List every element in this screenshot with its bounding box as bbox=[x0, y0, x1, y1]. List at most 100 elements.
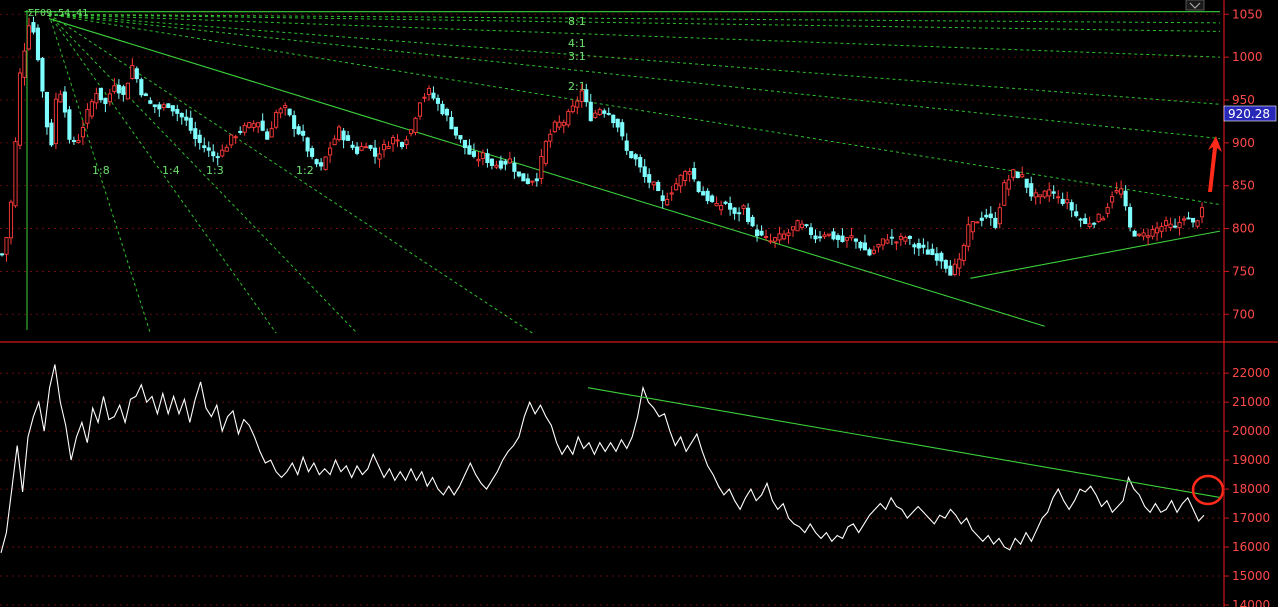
candle-body bbox=[925, 249, 930, 255]
candle-body bbox=[238, 131, 243, 133]
candle-body bbox=[943, 260, 948, 269]
candle-body bbox=[390, 137, 396, 145]
candle-body bbox=[1002, 182, 1007, 206]
candle-body bbox=[534, 178, 539, 182]
candle-body bbox=[1029, 183, 1034, 197]
candle-body bbox=[606, 112, 611, 115]
candle-body bbox=[404, 139, 409, 145]
candle-body bbox=[840, 235, 845, 243]
candle-body bbox=[957, 258, 962, 269]
candle-body bbox=[1051, 191, 1056, 194]
candle-body bbox=[426, 87, 432, 95]
fan-ratio-label: 1:8 bbox=[92, 164, 110, 177]
candle-body bbox=[53, 98, 58, 144]
current-price-tag: 920.28 bbox=[1223, 105, 1277, 122]
volume-tick-label: 21000 bbox=[1232, 395, 1270, 409]
candle-body bbox=[341, 130, 346, 141]
candle-body bbox=[817, 236, 823, 239]
candle-body bbox=[148, 100, 153, 104]
settings-icon[interactable] bbox=[1185, 0, 1205, 11]
candle-body bbox=[1186, 217, 1191, 220]
candle-body bbox=[1164, 220, 1169, 227]
candle-body bbox=[939, 252, 944, 262]
candle-body bbox=[516, 171, 521, 177]
candle-body bbox=[584, 89, 589, 103]
candle-body bbox=[480, 152, 485, 159]
price-tick-label: 700 bbox=[1232, 307, 1255, 321]
candle-body bbox=[768, 240, 773, 243]
candle-body bbox=[4, 237, 9, 255]
volume-tick-label: 22000 bbox=[1232, 366, 1270, 380]
candle-body bbox=[1137, 233, 1142, 236]
candle-body bbox=[372, 147, 378, 157]
candle-body bbox=[314, 159, 319, 165]
volume-tick-label: 20000 bbox=[1232, 424, 1270, 438]
candle-body bbox=[179, 112, 184, 118]
candle-body bbox=[449, 117, 454, 130]
candle-body bbox=[274, 112, 279, 128]
candle-body bbox=[746, 207, 751, 222]
candle-body bbox=[620, 122, 625, 137]
candle-body bbox=[714, 203, 719, 207]
stock-chart: 8:14:13:12:11:8 1:4 1:3 1:2 105010009509008… bbox=[0, 0, 1278, 607]
candle-body bbox=[728, 202, 733, 210]
candle-body bbox=[916, 243, 921, 249]
candle-body bbox=[1150, 228, 1155, 237]
candle-body bbox=[557, 121, 562, 128]
candle-body bbox=[692, 168, 697, 180]
candle-body bbox=[467, 145, 472, 155]
volume-tick-label: 19000 bbox=[1232, 453, 1270, 467]
candle-body bbox=[611, 114, 616, 124]
candle-body bbox=[17, 72, 23, 146]
candle-body bbox=[269, 128, 274, 138]
candle-body bbox=[13, 141, 18, 207]
candle-body bbox=[1105, 206, 1110, 214]
candle-body bbox=[139, 79, 144, 96]
candle-body bbox=[337, 126, 342, 141]
candle-body bbox=[489, 158, 494, 166]
candle-body bbox=[22, 50, 27, 78]
top-time-label: ΣF09:54:41 bbox=[28, 8, 88, 19]
svg-text:920.28: 920.28 bbox=[1228, 107, 1270, 121]
candle-body bbox=[26, 25, 32, 50]
candle-body bbox=[651, 181, 656, 186]
candle-body bbox=[301, 130, 306, 136]
candle-body bbox=[103, 97, 108, 105]
candle-body bbox=[170, 105, 175, 112]
candle-body bbox=[907, 235, 912, 239]
candle-body bbox=[364, 146, 369, 149]
candle-body bbox=[453, 126, 458, 136]
candle-body bbox=[710, 195, 715, 203]
candle-body bbox=[0, 253, 5, 256]
candle-body bbox=[1006, 179, 1011, 190]
candle-body bbox=[233, 136, 238, 139]
candle-body bbox=[575, 100, 580, 108]
candle-body bbox=[930, 248, 935, 256]
candle-body bbox=[166, 103, 171, 108]
candle-body bbox=[804, 224, 809, 227]
candle-body bbox=[1114, 190, 1119, 193]
candle-body bbox=[759, 230, 764, 236]
candle-body bbox=[332, 138, 337, 146]
candle-body bbox=[85, 109, 90, 124]
candle-body bbox=[579, 90, 584, 102]
candle-body bbox=[458, 135, 463, 140]
volume-tick-label: 14000 bbox=[1232, 598, 1270, 607]
price-tick-label: 1050 bbox=[1232, 7, 1263, 21]
candle-body bbox=[1096, 213, 1101, 222]
candle-body bbox=[1181, 218, 1187, 221]
candle-body bbox=[1033, 192, 1038, 198]
candle-body bbox=[898, 235, 903, 240]
candle-body bbox=[251, 123, 256, 128]
candle-body bbox=[1060, 198, 1065, 204]
candle-body bbox=[413, 117, 418, 133]
candle-body bbox=[615, 118, 620, 128]
candle-body bbox=[125, 82, 130, 100]
fan-ratio-label: 8:1 bbox=[568, 15, 586, 28]
candle-body bbox=[1011, 169, 1016, 178]
candle-body bbox=[112, 85, 117, 93]
candle-body bbox=[808, 227, 814, 235]
candle-body bbox=[422, 96, 427, 99]
candle-body bbox=[548, 133, 553, 142]
candle-body bbox=[292, 115, 297, 129]
